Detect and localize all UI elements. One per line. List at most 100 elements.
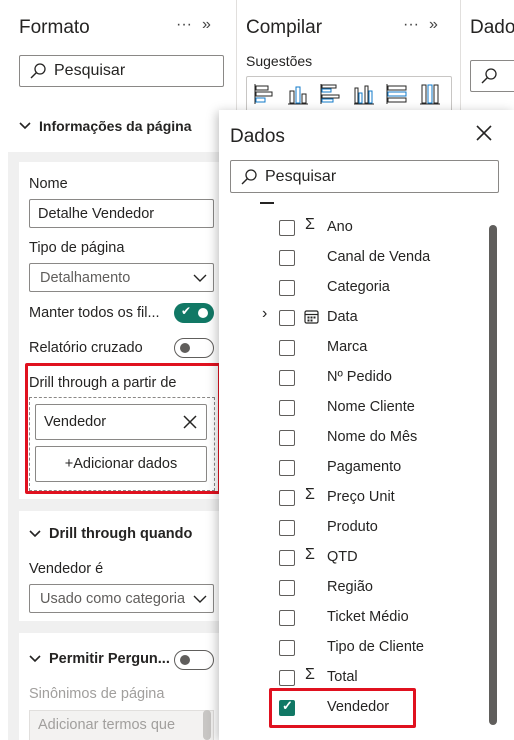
field-checkbox[interactable] bbox=[279, 580, 295, 596]
qa-toggle[interactable] bbox=[174, 650, 214, 670]
field-list-item[interactable]: Pagamento bbox=[219, 453, 479, 483]
data-flyout: Dados Pesquisar Σ Ano Canal de Venda Catego… bbox=[219, 110, 514, 740]
build-pane-title: Compilar bbox=[246, 17, 323, 38]
format-pane-actions: ··· » bbox=[176, 16, 211, 34]
build-pane-actions: ··· » bbox=[403, 16, 438, 34]
field-label: QTD bbox=[327, 549, 358, 565]
field-checkbox[interactable] bbox=[279, 430, 295, 446]
field-list-item[interactable]: Canal de Venda bbox=[219, 243, 479, 273]
field-checkbox[interactable] bbox=[279, 310, 295, 326]
cross-report-toggle[interactable] bbox=[174, 338, 214, 358]
more-options-icon[interactable]: ··· bbox=[403, 16, 419, 34]
data-pane-search[interactable] bbox=[470, 60, 514, 92]
sigma-icon: Σ bbox=[305, 486, 315, 503]
field-list-item[interactable]: Tipo de Cliente bbox=[219, 633, 479, 663]
field-list-item[interactable]: Região bbox=[219, 573, 479, 603]
field-checkbox[interactable] bbox=[279, 250, 295, 266]
page-type-value: Detalhamento bbox=[40, 269, 131, 286]
field-label: Tipo de Cliente bbox=[327, 639, 424, 655]
field-list-item[interactable]: › Data bbox=[219, 303, 479, 333]
field-checkbox[interactable] bbox=[279, 280, 295, 296]
synonyms-label: Sinônimos de página bbox=[29, 686, 165, 702]
clustered-column-chart-icon[interactable] bbox=[352, 82, 376, 106]
stacked-bar-chart-icon[interactable] bbox=[253, 82, 277, 106]
field-checkbox[interactable] bbox=[279, 370, 295, 386]
field-label: Marca bbox=[327, 339, 368, 355]
chevron-down-icon bbox=[29, 655, 41, 663]
field-list-item[interactable]: Categoria bbox=[219, 273, 479, 303]
visual-suggestions bbox=[246, 76, 452, 112]
field-list-item[interactable]: Nome do Mês bbox=[219, 423, 479, 453]
field-label: Canal de Venda bbox=[327, 249, 431, 265]
field-label: Nome Cliente bbox=[327, 399, 415, 415]
100-bar-chart-icon[interactable] bbox=[385, 82, 409, 106]
page-info-section-header[interactable]: Informações da página bbox=[19, 118, 191, 134]
toggle-knob bbox=[180, 343, 190, 353]
collapse-line bbox=[260, 202, 274, 204]
sigma-icon: Σ bbox=[305, 216, 315, 233]
cross-report-label: Relatório cruzado bbox=[29, 340, 143, 356]
search-placeholder: Pesquisar bbox=[265, 167, 337, 185]
field-list-item[interactable]: Σ Preço Unit bbox=[219, 483, 479, 513]
drill-when-value: Usado como categoria bbox=[40, 590, 186, 607]
search-icon bbox=[241, 168, 257, 184]
field-list-item[interactable]: Σ Ano bbox=[219, 213, 479, 243]
more-options-icon[interactable]: ··· bbox=[176, 16, 192, 34]
field-list-item[interactable]: Σ QTD bbox=[219, 543, 479, 573]
drill-when-field-label: Vendedor é bbox=[29, 561, 104, 577]
keep-filters-label: Manter todos os fil... bbox=[29, 305, 160, 321]
field-list-item[interactable]: Nome Cliente bbox=[219, 393, 479, 423]
flyout-search-input[interactable]: Pesquisar bbox=[230, 160, 499, 193]
field-checkbox[interactable] bbox=[279, 220, 295, 236]
stacked-column-chart-icon[interactable] bbox=[286, 82, 310, 106]
search-icon bbox=[30, 63, 46, 79]
search-icon bbox=[481, 68, 497, 84]
field-checkbox[interactable] bbox=[279, 670, 295, 686]
format-pane-title: Formato bbox=[19, 17, 90, 38]
qa-header[interactable]: Permitir Pergun... bbox=[29, 651, 170, 667]
flyout-title: Dados bbox=[230, 126, 285, 147]
field-list-item[interactable]: Ticket Médio bbox=[219, 603, 479, 633]
close-icon[interactable] bbox=[475, 124, 493, 142]
drill-when-header[interactable]: Drill through quando bbox=[29, 526, 192, 542]
drill-when-title: Drill through quando bbox=[49, 526, 193, 542]
field-checkbox[interactable] bbox=[279, 340, 295, 356]
format-search-input[interactable]: Pesquisar bbox=[19, 55, 224, 87]
field-label: Pagamento bbox=[327, 459, 402, 475]
field-checkbox[interactable] bbox=[279, 490, 295, 506]
drill-when-card: Drill through quando Vendedor é Usado co… bbox=[19, 511, 229, 621]
page-name-field[interactable]: Detalhe Vendedor bbox=[29, 199, 214, 228]
collapse-pane-icon[interactable]: » bbox=[202, 16, 211, 34]
100-column-chart-icon[interactable] bbox=[418, 82, 442, 106]
chevron-down-icon bbox=[19, 122, 31, 130]
name-label: Nome bbox=[29, 176, 68, 192]
field-list-item[interactable]: Produto bbox=[219, 513, 479, 543]
flyout-scrollbar[interactable] bbox=[489, 225, 497, 725]
page-type-label: Tipo de página bbox=[29, 240, 125, 256]
field-list-item[interactable]: Marca bbox=[219, 333, 479, 363]
field-checkbox[interactable] bbox=[279, 610, 295, 626]
chevron-down-icon bbox=[193, 595, 207, 603]
field-label: Produto bbox=[327, 519, 378, 535]
check-icon: ✔ bbox=[181, 304, 192, 318]
field-checkbox[interactable] bbox=[279, 640, 295, 656]
keep-filters-toggle[interactable]: ✔ bbox=[174, 303, 214, 323]
field-checkbox[interactable] bbox=[279, 400, 295, 416]
field-checkbox[interactable] bbox=[279, 520, 295, 536]
chevron-down-icon bbox=[29, 530, 41, 538]
field-label: Data bbox=[327, 309, 358, 325]
toggle-knob bbox=[180, 655, 190, 665]
toggle-knob bbox=[198, 308, 208, 318]
field-checkbox[interactable] bbox=[279, 460, 295, 476]
drill-when-dropdown[interactable]: Usado como categoria bbox=[29, 584, 214, 613]
page-info-section-title: Informações da página bbox=[39, 118, 192, 134]
field-label: Nº Pedido bbox=[327, 369, 392, 385]
field-list-item[interactable]: Nº Pedido bbox=[219, 363, 479, 393]
clustered-bar-chart-icon[interactable] bbox=[319, 82, 343, 106]
page-type-dropdown[interactable]: Detalhamento bbox=[29, 263, 214, 292]
chevron-right-icon[interactable]: › bbox=[262, 305, 267, 323]
format-pane-scrollbar[interactable] bbox=[203, 710, 211, 740]
field-label: Região bbox=[327, 579, 373, 595]
collapse-pane-icon[interactable]: » bbox=[429, 16, 438, 34]
field-checkbox[interactable] bbox=[279, 550, 295, 566]
